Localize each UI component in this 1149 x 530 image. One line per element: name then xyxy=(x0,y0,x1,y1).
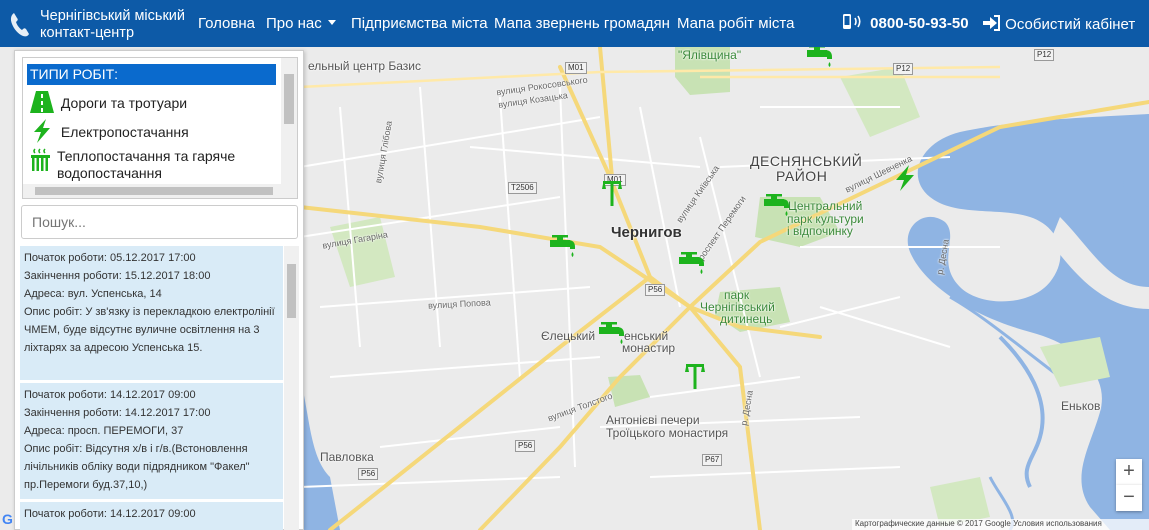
personal-cabinet-label: Особистий кабінет xyxy=(1005,16,1136,33)
map-label-caves-line2: Троїцького монастиря xyxy=(606,426,729,440)
work-item-end: Закінчення роботи: 14.12.2017 17:00 xyxy=(24,407,211,419)
brand-title-line2: контакт-центр xyxy=(40,25,135,41)
lightning-icon xyxy=(34,119,50,143)
water-tap-marker-icon[interactable] xyxy=(597,322,627,348)
map-label-caves-line1: Антонієві печери xyxy=(606,413,700,427)
work-item-description: Опис робіт: У зв'язку із перекладкою еле… xyxy=(24,306,275,354)
chevron-down-icon xyxy=(327,20,336,25)
zoom-out-button[interactable]: − xyxy=(1116,485,1142,511)
street-light-marker-icon[interactable] xyxy=(683,363,707,391)
nav-enterprises[interactable]: Підприємства міста xyxy=(351,15,488,32)
work-item[interactable]: Початок роботи: 05.12.2017 17:00 Закінче… xyxy=(20,246,283,380)
works-sidebar: ТИПИ РОБІТ: Дороги та тротуари Електропо… xyxy=(14,50,304,530)
map-label-yalivshchyna: "Ялівщина" xyxy=(678,48,742,62)
work-type-roads[interactable]: Дороги та тротуари xyxy=(29,90,187,114)
nav-about[interactable]: Про нас xyxy=(266,15,336,32)
work-item-start: Початок роботи: 14.12.2017 09:00 xyxy=(24,508,196,520)
map-label-enkov: Еньков xyxy=(1061,399,1101,413)
work-item-start: Початок роботи: 05.12.2017 17:00 xyxy=(24,252,196,264)
map-attribution[interactable]: Картографические данные © 2017 Google Ус… xyxy=(852,519,1149,530)
map-label-desna-district-line2: РАЙОН xyxy=(776,168,828,184)
map-label-park-line3: і відпочинку xyxy=(787,224,853,238)
road-shield: P12 xyxy=(1034,49,1055,61)
phone-logo-icon[interactable] xyxy=(8,10,34,38)
water-tap-marker-icon[interactable] xyxy=(762,194,792,220)
map-label-yeletsky-line3: монастир xyxy=(622,341,676,355)
top-navbar: Чернігівський міський контакт-центр Голо… xyxy=(0,0,1149,47)
lightning-marker-icon[interactable] xyxy=(892,164,918,192)
work-item-end: Закінчення роботи: 15.12.2017 18:00 xyxy=(24,270,211,282)
work-item[interactable]: Початок роботи: 14.12.2017 09:00 xyxy=(20,502,283,530)
work-item-address: Адреса: вул. Успенська, 14 xyxy=(24,288,162,300)
work-item[interactable]: Початок роботи: 14.12.2017 09:00 Закінче… xyxy=(20,383,283,499)
road-icon xyxy=(30,91,54,113)
work-type-heating-label: Теплопостачання та гаряче водопостачання xyxy=(57,148,236,181)
brand-title-line1: Чернігівський міський xyxy=(40,8,185,24)
water-tap-marker-icon[interactable] xyxy=(548,235,578,261)
work-item-address: Адреса: просп. ПЕРЕМОГИ, 37 xyxy=(24,425,184,437)
work-types-title: ТИПИ РОБІТ: xyxy=(27,64,276,85)
hotline-phone[interactable]: 0800-50-93-50 xyxy=(842,14,969,32)
hotline-phone-number: 0800-50-93-50 xyxy=(870,15,969,32)
map-label-detinets-line3: дитинець xyxy=(720,312,773,326)
work-item-description: Опис робіт: Відсутня х/в і г/в.(Встоновл… xyxy=(24,443,250,491)
google-logo: G xyxy=(2,511,13,527)
personal-cabinet-link[interactable]: Особистий кабінет xyxy=(983,15,1135,33)
road-shield: P56 xyxy=(645,284,666,296)
water-tap-marker-icon[interactable] xyxy=(805,47,835,71)
zoom-in-button[interactable]: + xyxy=(1116,459,1142,485)
road-shield: P12 xyxy=(893,63,914,75)
search-input[interactable] xyxy=(21,205,298,239)
work-types-horizontal-scrollbar[interactable] xyxy=(23,184,297,198)
mobile-phone-icon xyxy=(843,14,861,29)
water-tap-marker-icon[interactable] xyxy=(677,252,707,278)
map-label-park-line1: Центральний xyxy=(788,199,863,213)
nav-appeals-map[interactable]: Мапа звернень громадян xyxy=(494,15,670,32)
road-shield: P67 xyxy=(702,454,723,466)
road-shield: M01 xyxy=(565,62,587,74)
work-item-start: Початок роботи: 14.12.2017 09:00 xyxy=(24,389,196,401)
radiator-icon xyxy=(31,148,50,171)
work-type-electricity[interactable]: Електропостачання xyxy=(29,119,189,143)
map-label-pavlovka: Павловка xyxy=(320,450,374,464)
road-shield: P56 xyxy=(515,440,536,452)
scrollbar-thumb[interactable] xyxy=(284,74,294,124)
works-list[interactable]: Початок роботи: 05.12.2017 17:00 Закінче… xyxy=(20,246,299,530)
nav-home[interactable]: Головна xyxy=(198,15,255,32)
map-label-center-basis: ельный центр Базис xyxy=(308,59,421,73)
map-label-desna-district-line1: ДЕСНЯНСЬКИЙ xyxy=(750,153,863,169)
scrollbar-thumb[interactable] xyxy=(35,187,273,195)
work-type-heating[interactable]: Теплопостачання та гаряче водопостачання xyxy=(29,148,264,182)
nav-works-map[interactable]: Мапа робіт міста xyxy=(677,15,794,32)
street-light-marker-icon[interactable] xyxy=(600,180,624,208)
map-label-yeletsky-line1: Єлецький xyxy=(541,329,596,343)
work-type-electricity-label: Електропостачання xyxy=(60,124,189,140)
work-type-roads-label: Дороги та тротуари xyxy=(60,95,188,111)
nav-about-label: Про нас xyxy=(266,15,322,32)
sign-in-icon xyxy=(983,15,1000,31)
map-label-city: Чернигов xyxy=(611,224,682,241)
works-list-scrollbar[interactable] xyxy=(284,246,299,530)
work-types-vertical-scrollbar[interactable] xyxy=(281,58,297,184)
road-shield: T2506 xyxy=(508,182,537,194)
scrollbar-thumb[interactable] xyxy=(287,264,296,318)
road-shield: P56 xyxy=(358,468,379,480)
work-types-list[interactable]: ТИПИ РОБІТ: Дороги та тротуари Електропо… xyxy=(22,57,298,199)
brand-title[interactable]: Чернігівський міський контакт-центр xyxy=(40,8,200,42)
